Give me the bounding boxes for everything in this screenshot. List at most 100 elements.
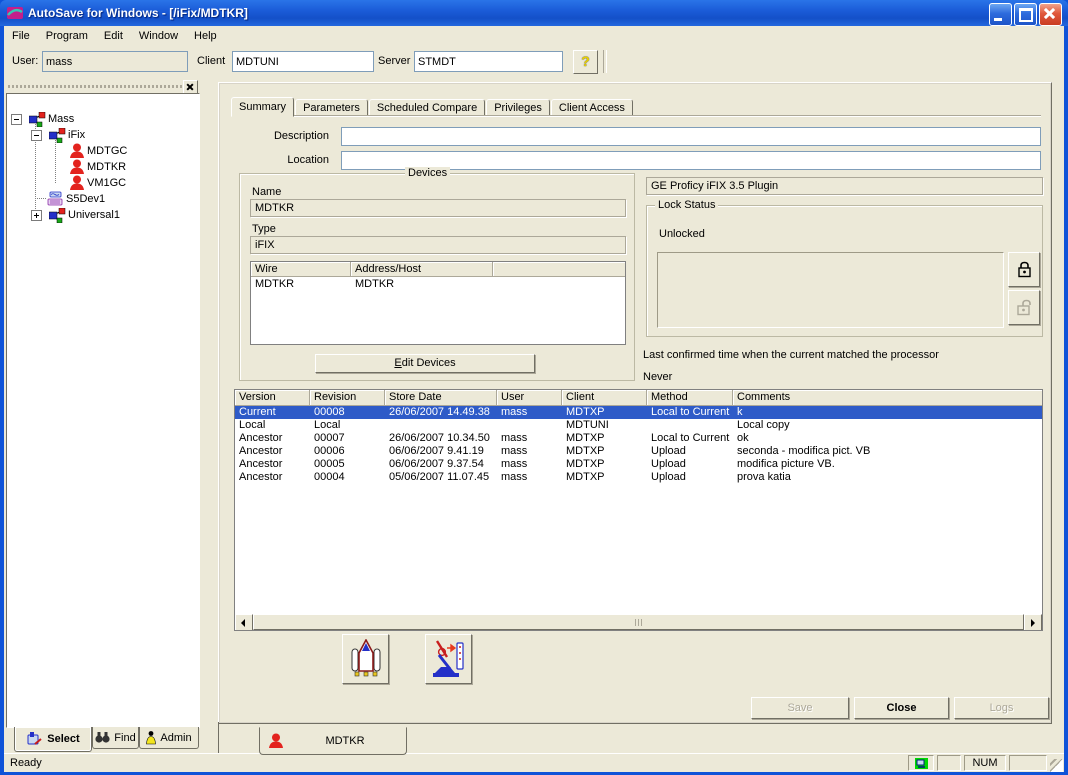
scroll-left-button[interactable] (235, 614, 253, 631)
network-node-icon (49, 208, 66, 223)
menu-file[interactable]: File (4, 28, 38, 44)
panel-grip[interactable] (8, 85, 182, 88)
edit-devices-button[interactable]: Edit Devices (315, 354, 535, 373)
location-label: Location (241, 154, 329, 166)
tab-summary[interactable]: Summary (231, 97, 294, 117)
column-address-host[interactable]: Address/Host (351, 262, 493, 277)
close-panel-button[interactable]: Close (854, 697, 949, 719)
unlock-button[interactable] (1008, 290, 1040, 325)
tab-admin[interactable]: Admin (139, 727, 199, 749)
version-row-local[interactable]: Local Local MDTUNI Local copy (235, 419, 1042, 432)
tree-item-mdtgc[interactable]: MDTGC (85, 145, 129, 157)
device-name-label: Name (252, 186, 281, 198)
lock-closed-icon (1017, 261, 1032, 278)
tab-parameters[interactable]: Parameters (295, 99, 368, 117)
tree-item-mass[interactable]: Mass (46, 113, 76, 125)
lock-info-box (657, 252, 1004, 328)
menu-window[interactable]: Window (131, 28, 186, 44)
collapse-toggle[interactable] (31, 130, 42, 141)
plc-device-icon (47, 191, 64, 207)
column-method[interactable]: Method (647, 390, 733, 406)
microscope-icon (431, 639, 467, 679)
tree-item-universal1[interactable]: Universal1 (66, 209, 122, 221)
network-status-icon (915, 758, 928, 769)
description-field[interactable] (341, 127, 1041, 146)
device-row[interactable]: MDTKR MDTKR (251, 277, 625, 291)
toolbar-separator (603, 50, 607, 73)
tree-item-mdtkr[interactable]: MDTKR (85, 161, 128, 173)
main-panel: Summary Parameters Scheduled Compare Pri… (218, 82, 1052, 724)
column-store-date[interactable]: Store Date (385, 390, 497, 406)
tab-client-access[interactable]: Client Access (551, 99, 633, 117)
tab-admin-label: Admin (160, 732, 191, 744)
description-label: Description (241, 130, 329, 142)
user-field[interactable] (42, 51, 188, 72)
column-wire[interactable]: Wire (251, 262, 351, 277)
title-bar[interactable]: AutoSave for Windows - [/iFix/MDTKR] (0, 0, 1068, 26)
devices-table[interactable]: Wire Address/Host MDTKR MDTKR (250, 261, 626, 345)
scrollbar-thumb[interactable] (253, 614, 1024, 630)
column-comments[interactable]: Comments (733, 390, 1042, 406)
devices-table-header: Wire Address/Host (251, 262, 625, 277)
menu-program[interactable]: Program (38, 28, 96, 44)
red-person-icon (69, 159, 85, 175)
tree-item-ifix[interactable]: iFix (66, 129, 87, 141)
tab-select-label: Select (47, 733, 79, 745)
tree-panel-header (6, 80, 198, 93)
status-panel-blank (937, 755, 961, 771)
version-row-ancestor[interactable]: Ancestor 00007 26/06/2007 10.34.50 mass … (235, 432, 1042, 445)
versions-table[interactable]: Version Revision Store Date User Client … (234, 389, 1043, 631)
minimize-button[interactable] (989, 3, 1012, 26)
scroll-right-button[interactable] (1024, 614, 1042, 631)
tree-item-s5dev1[interactable]: S5Dev1 (64, 193, 107, 205)
server-field[interactable] (414, 51, 563, 72)
maximize-button[interactable] (1014, 3, 1037, 26)
column-user[interactable]: User (497, 390, 562, 406)
launch-button[interactable] (342, 634, 389, 684)
horizontal-scrollbar[interactable] (235, 614, 1042, 630)
version-row-ancestor[interactable]: Ancestor 00006 06/06/2007 9.41.19 mass M… (235, 445, 1042, 458)
column-blank[interactable] (493, 262, 625, 277)
tab-find-label: Find (114, 732, 135, 744)
app-logo-icon (7, 5, 23, 21)
version-row-current[interactable]: Current 00008 26/06/2007 14.49.38 mass M… (235, 406, 1042, 419)
minimize-icon (994, 18, 1002, 21)
tab-privileges[interactable]: Privileges (486, 99, 550, 117)
close-button[interactable] (1039, 3, 1062, 26)
save-button[interactable]: Save (751, 697, 849, 719)
lock-state-text: Unlocked (659, 228, 705, 240)
expand-toggle[interactable] (31, 210, 42, 221)
tab-scheduled-compare[interactable]: Scheduled Compare (369, 99, 485, 117)
version-row-ancestor[interactable]: Ancestor 00005 06/06/2007 9.37.54 mass M… (235, 458, 1042, 471)
lock-button[interactable] (1008, 252, 1040, 287)
column-version[interactable]: Version (235, 390, 310, 406)
server-tree: Mass iFix MDTGC (6, 93, 200, 728)
client-field[interactable] (232, 51, 374, 72)
red-person-icon (69, 175, 85, 191)
network-node-icon (29, 112, 46, 127)
resize-grip[interactable] (1050, 759, 1063, 772)
menu-help[interactable]: Help (186, 28, 225, 44)
arrow-left-icon (241, 619, 245, 627)
compare-button[interactable] (425, 634, 472, 684)
plugin-title: GE Proficy iFIX 3.5 Plugin (646, 177, 1043, 195)
num-lock-indicator: NUM (964, 755, 1006, 771)
logs-button[interactable]: Logs (954, 697, 1049, 719)
column-client[interactable]: Client (562, 390, 647, 406)
tab-find[interactable]: Find (92, 727, 139, 749)
device-name-value: MDTKR (250, 199, 626, 217)
document-tab-mdtkr[interactable]: MDTKR (259, 727, 407, 755)
window-title: AutoSave for Windows - [/iFix/MDTKR] (28, 6, 248, 20)
tab-strip: Summary Parameters Scheduled Compare Pri… (231, 99, 634, 117)
devices-group-title: Devices (405, 167, 450, 179)
menu-edit[interactable]: Edit (96, 28, 131, 44)
column-revision[interactable]: Revision (310, 390, 385, 406)
server-label: Server (378, 55, 410, 67)
tree-item-s5dev1-icon-row[interactable]: VM1GC (85, 177, 128, 189)
tab-select[interactable]: Select (14, 727, 92, 752)
collapse-toggle[interactable] (11, 114, 22, 125)
help-button[interactable]: ? (573, 50, 598, 74)
device-type-value: iFIX (250, 236, 626, 254)
version-row-ancestor[interactable]: Ancestor 00004 05/06/2007 11.07.45 mass … (235, 471, 1042, 484)
client-label: Client (197, 55, 225, 67)
